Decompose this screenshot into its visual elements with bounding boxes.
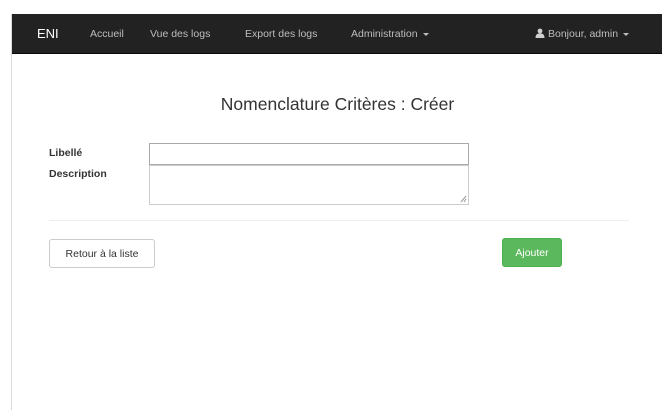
libelle-input[interactable] xyxy=(149,143,469,165)
description-textarea[interactable] xyxy=(149,165,469,205)
nav-dropdown-administration[interactable]: Administration xyxy=(351,28,429,40)
browser-viewport: ENI Accueil Vue des logs Export des logs… xyxy=(11,14,662,410)
nav-dropdown-user[interactable]: Bonjour, admin xyxy=(535,28,630,40)
add-button[interactable]: Ajouter xyxy=(502,238,562,267)
brand-logo[interactable]: ENI xyxy=(37,26,59,41)
top-navbar: ENI Accueil Vue des logs Export des logs… xyxy=(12,14,662,54)
nav-link-accueil[interactable]: Accueil xyxy=(90,28,124,40)
chevron-down-icon xyxy=(623,32,630,36)
user-greeting: Bonjour, admin xyxy=(548,28,619,40)
user-icon xyxy=(535,28,545,38)
chevron-down-icon xyxy=(422,32,429,36)
resize-grip-icon[interactable] xyxy=(459,194,467,203)
nav-link-export-des-logs[interactable]: Export des logs xyxy=(245,28,317,40)
nav-administration-label: Administration xyxy=(351,28,418,40)
nav-link-vue-des-logs[interactable]: Vue des logs xyxy=(150,28,210,40)
page-title: Nomenclature Critères : Créer xyxy=(220,94,455,114)
libelle-label: Libellé xyxy=(49,147,83,159)
form-divider xyxy=(49,220,629,221)
description-label: Description xyxy=(49,168,107,180)
back-to-list-button[interactable]: Retour à la liste xyxy=(49,239,155,268)
